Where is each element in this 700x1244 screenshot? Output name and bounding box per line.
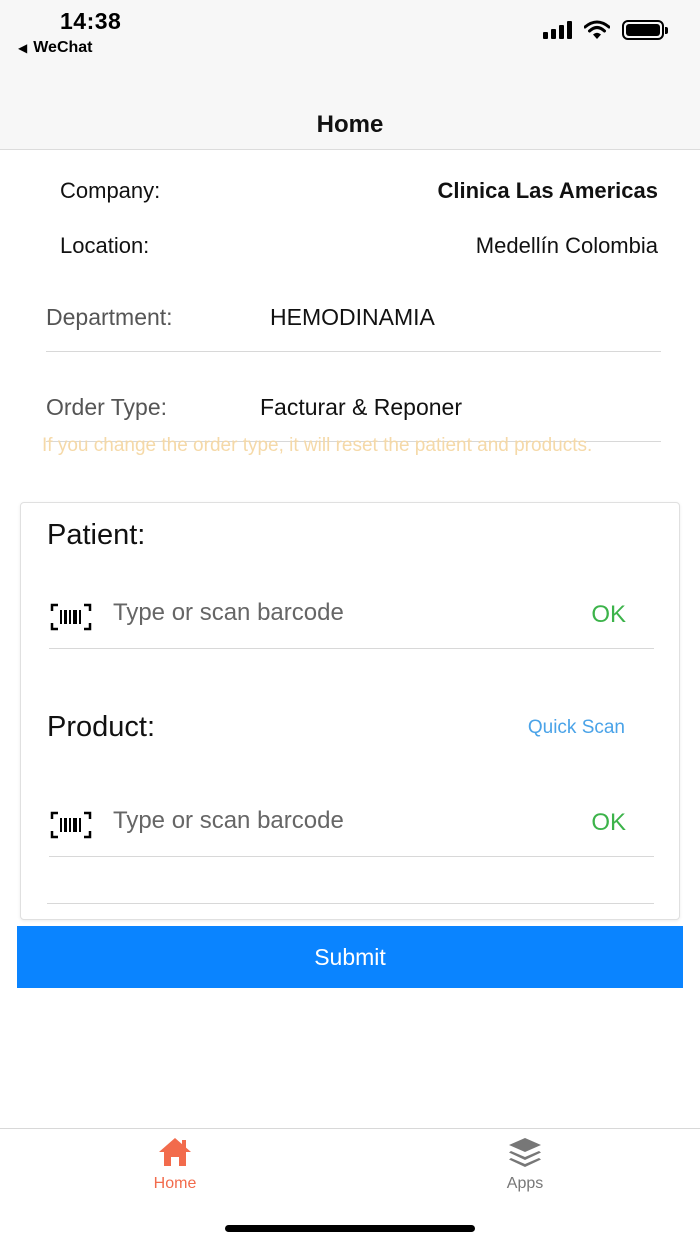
scan-card: Patient: OK Product: Quick Scan OK [20, 502, 680, 920]
location-value: Medellín Colombia [475, 233, 658, 258]
nav-bar: Home [0, 100, 700, 150]
battery-icon [622, 20, 668, 40]
back-app-label: WeChat [33, 39, 93, 56]
patient-title: Patient: [47, 519, 146, 551]
back-to-app-link[interactable]: ◀ WeChat [18, 39, 93, 57]
location-label: Location: [60, 233, 150, 258]
company-value: Clinica Las Americas [437, 178, 658, 203]
company-label: Company: [60, 178, 161, 203]
order-type-value[interactable]: Facturar & Reponer [260, 394, 462, 421]
department-field[interactable]: Department: HEMODINAMIA [46, 292, 661, 352]
barcode-scan-icon[interactable] [50, 603, 92, 631]
quick-scan-link[interactable]: Quick Scan [528, 717, 625, 739]
home-icon [159, 1138, 191, 1166]
product-barcode-input[interactable] [113, 807, 553, 835]
barcode-scan-icon[interactable] [50, 811, 92, 839]
status-time: 14:38 [60, 8, 122, 34]
submit-button[interactable]: Submit [17, 926, 683, 988]
product-ok-button[interactable]: OK [591, 809, 626, 837]
page-title: Home [316, 110, 384, 138]
tab-apps-label: Apps [506, 1175, 544, 1192]
patient-ok-button[interactable]: OK [591, 601, 626, 629]
patient-barcode-input[interactable] [113, 599, 553, 627]
department-value[interactable]: HEMODINAMIA [270, 304, 435, 331]
department-label: Department: [46, 304, 173, 330]
company-row: Company: Clinica Las Americas [60, 178, 658, 204]
order-type-warning: If you change the order type, it will re… [42, 435, 593, 456]
back-triangle-icon: ◀ [18, 41, 28, 55]
status-icons [543, 20, 668, 40]
status-bar: 14:38 ◀ WeChat [0, 0, 700, 100]
product-title: Product: [47, 711, 155, 743]
tab-home[interactable]: Home [115, 1135, 235, 1193]
order-type-label: Order Type: [46, 394, 168, 420]
order-type-field[interactable]: Order Type: Facturar & Reponer [46, 382, 661, 442]
location-row: Location: Medellín Colombia [60, 233, 658, 259]
wifi-icon [584, 20, 610, 39]
tab-apps[interactable]: Apps [465, 1135, 585, 1193]
tab-home-label: Home [153, 1175, 197, 1192]
home-indicator [225, 1225, 475, 1232]
product-list-divider [47, 903, 654, 904]
patient-scan-row: OK [49, 587, 654, 649]
signal-icon [543, 21, 572, 39]
product-scan-row: OK [49, 795, 654, 857]
layers-icon [509, 1138, 541, 1167]
